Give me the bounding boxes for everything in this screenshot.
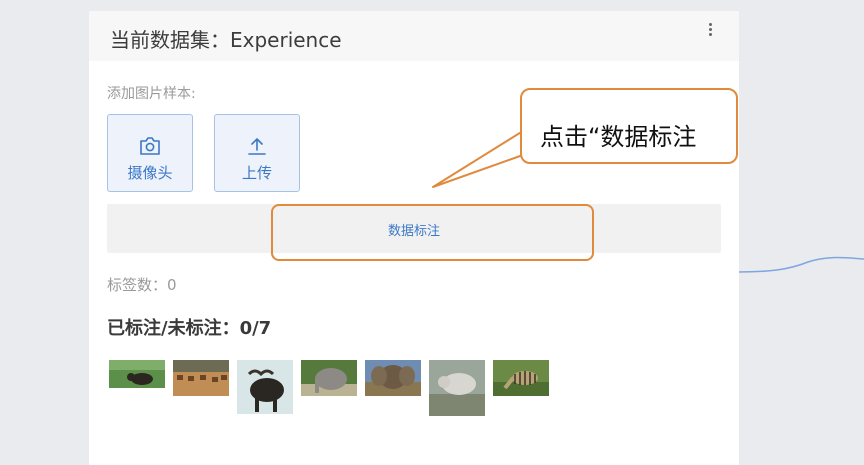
camera-button[interactable]: 摄像头 bbox=[107, 114, 193, 192]
panel-title: 当前数据集：Experience bbox=[110, 28, 342, 52]
thumbnail-rhino-bush[interactable] bbox=[429, 360, 485, 416]
annotation-status: 已标注/未标注：0/7 bbox=[107, 318, 272, 339]
callout-bubble: 点击“数据标注 bbox=[520, 88, 738, 164]
tag-count: 标签数：0 bbox=[107, 276, 177, 294]
panel-header: 当前数据集：Experience bbox=[89, 11, 739, 61]
upload-button[interactable]: 上传 bbox=[214, 114, 300, 192]
thumbnail-antelope-herd[interactable] bbox=[173, 360, 229, 396]
dataset-panel: 当前数据集：Experience 添加图片样本: 摄像头 上传 数据标注 标签数… bbox=[89, 11, 739, 465]
more-vertical-icon[interactable] bbox=[705, 23, 715, 43]
upload-button-label: 上传 bbox=[241, 164, 272, 182]
thumbnail-buffalo-field[interactable] bbox=[109, 360, 165, 388]
thumbnail-elephant-grass[interactable] bbox=[301, 360, 357, 396]
annotate-button-label: 数据标注 bbox=[387, 224, 440, 239]
thumbnail-cape-buffalo[interactable] bbox=[237, 360, 293, 414]
annotate-button[interactable]: 数据标注 bbox=[107, 204, 721, 253]
camera-icon bbox=[140, 137, 160, 155]
thumbnail-zebra-grazing[interactable] bbox=[493, 360, 549, 396]
callout-text: 点击“数据标注 bbox=[540, 123, 697, 151]
thumbnail-elephant-front[interactable] bbox=[365, 360, 421, 396]
upload-icon bbox=[248, 138, 266, 155]
add-samples-label: 添加图片样本: bbox=[107, 86, 196, 102]
connector-curve bbox=[738, 256, 864, 273]
camera-button-label: 摄像头 bbox=[127, 164, 173, 182]
